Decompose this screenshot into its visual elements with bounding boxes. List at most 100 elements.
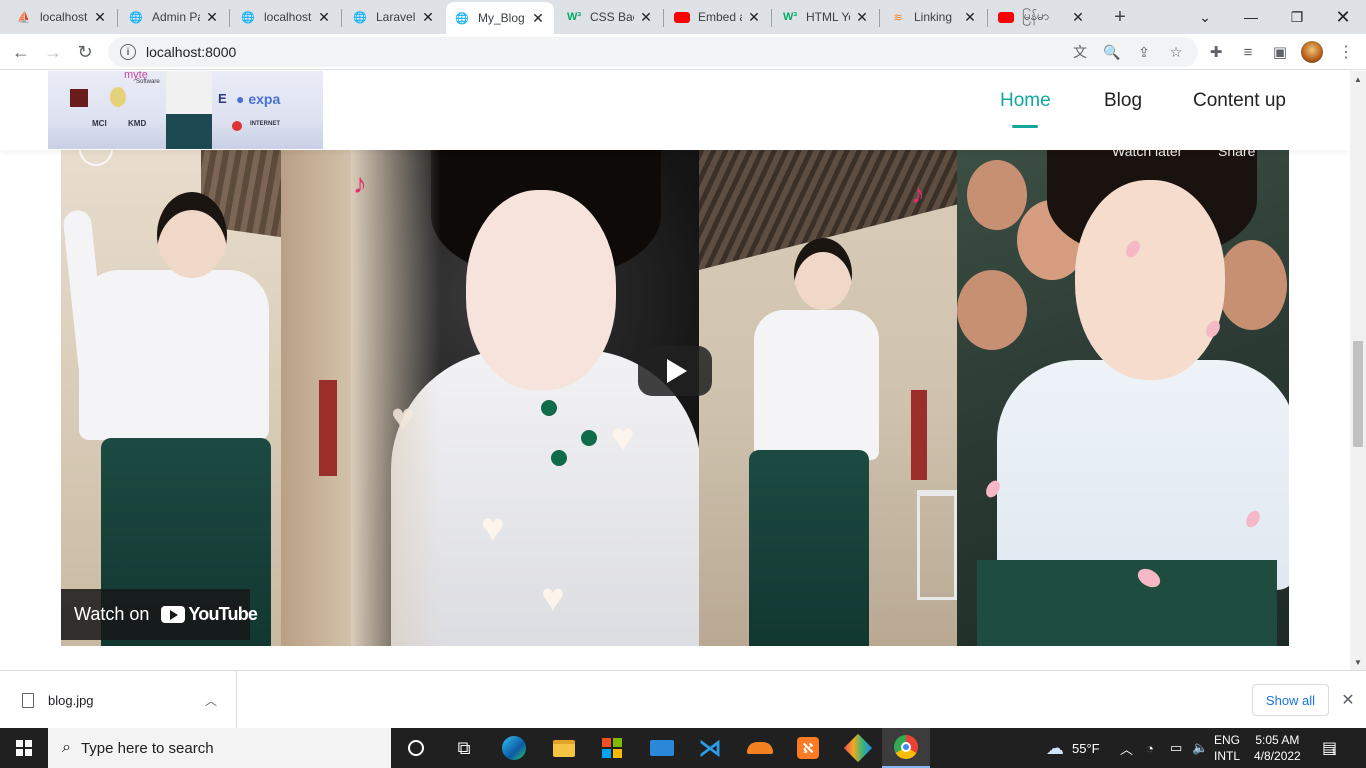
youtube-play-icon	[161, 606, 186, 623]
language-indicator[interactable]: ENG INTL	[1214, 728, 1248, 768]
zoom-icon[interactable]: 🔍	[1102, 42, 1122, 62]
tab-youtube-myanmar[interactable]: မြန်မာ ✕	[990, 0, 1094, 34]
share-button[interactable]: Share	[1218, 150, 1255, 159]
scroll-down-arrow-icon[interactable]: ▼	[1353, 657, 1363, 667]
tab-search-chevron-icon[interactable]: ⌄	[1182, 0, 1228, 34]
sponsor-e-logo: E	[218, 91, 227, 106]
video-thumbnail-panel-2: ♥ ♥ ♥ ♥	[351, 150, 701, 646]
bookmark-star-icon[interactable]: ☆	[1166, 42, 1186, 62]
extensions-puzzle-icon[interactable]: ✚	[1206, 42, 1226, 62]
tab-html-youtube[interactable]: W³ HTML YouTube ✕	[774, 0, 878, 34]
weather-widget[interactable]: ☁ 55°F	[1046, 728, 1100, 768]
wifi-icon[interactable]: ◔	[1146, 728, 1154, 768]
close-tab-icon[interactable]: ✕	[316, 9, 332, 25]
start-button[interactable]	[0, 728, 48, 768]
chevron-up-icon[interactable]: ︿	[200, 689, 222, 711]
close-tab-icon[interactable]: ✕	[204, 9, 220, 25]
git-kraken-icon[interactable]	[834, 728, 882, 768]
battery-icon[interactable]: ▭	[1170, 728, 1182, 768]
tab-title: My_Blog	[478, 11, 525, 25]
notifications-icon[interactable]: ▤ 1	[1322, 728, 1337, 768]
tab-separator	[987, 9, 988, 27]
share-icon[interactable]: ⇪	[1134, 42, 1154, 62]
nav-home[interactable]: Home	[1000, 90, 1051, 112]
watch-on-youtube-button[interactable]: Watch on YouTube	[61, 589, 258, 640]
menu-kebab-icon[interactable]: ⋮	[1336, 42, 1356, 62]
tab-localhost[interactable]: 🌐 localhost ✕	[232, 0, 340, 34]
tab-embed-youtube[interactable]: Embed a YouTube ✕	[666, 0, 770, 34]
site-info-icon[interactable]: i	[120, 44, 136, 60]
tab-my-blog[interactable]: 🌐 My_Blog ✕	[446, 2, 554, 34]
show-hidden-icons-chevron-icon[interactable]: ︿	[1120, 728, 1133, 768]
door	[319, 380, 337, 476]
chrome-icon[interactable]	[882, 728, 930, 768]
tab-laravel[interactable]: 🌐 Laravel ✕	[344, 0, 444, 34]
side-panel-icon[interactable]: ▣	[1270, 42, 1290, 62]
face	[466, 190, 616, 390]
vscode-icon[interactable]: ⋊	[686, 728, 734, 768]
tab-localhost-phpmyadmin[interactable]: ⛵ localhost ✕	[8, 0, 116, 34]
taskbar-search[interactable]: ⌕ Type here to search	[48, 728, 391, 768]
cloudflare-icon[interactable]	[736, 728, 784, 768]
xampp-icon[interactable]: ℵ	[784, 728, 832, 768]
notification-count: 1	[1331, 747, 1337, 757]
back-arrow-icon[interactable]: ←	[7, 38, 35, 66]
youtube-embed[interactable]: ♥ ♥ ♥ ♥ ♪	[61, 150, 1289, 646]
url-text[interactable]: localhost:8000	[146, 44, 236, 60]
tab-admin-panel[interactable]: 🌐 Admin Panel ✕	[120, 0, 228, 34]
play-button[interactable]	[638, 346, 712, 396]
cortana-icon[interactable]	[392, 728, 440, 768]
media-control-icon[interactable]: ≡	[1238, 42, 1258, 62]
logo-kmd-text: KMD	[128, 119, 147, 128]
close-tab-icon[interactable]: ✕	[854, 9, 870, 25]
show-all-button[interactable]: Show all	[1252, 684, 1329, 716]
close-tab-icon[interactable]: ✕	[638, 9, 654, 25]
scroll-up-arrow-icon[interactable]: ▲	[1353, 74, 1363, 84]
download-filename[interactable]: blog.jpg	[48, 693, 200, 708]
close-tab-icon[interactable]: ✕	[530, 10, 546, 26]
language-indicator-text: ENG INTL	[1214, 732, 1240, 764]
watch-later-button[interactable]: Watch later	[1112, 150, 1182, 159]
microsoft-store-icon[interactable]	[588, 728, 636, 768]
scroll-thumb[interactable]	[1353, 341, 1363, 447]
nav-content-up[interactable]: Content up	[1193, 90, 1286, 112]
close-shelf-icon[interactable]: ✕	[1338, 690, 1358, 710]
minimize-icon[interactable]: —	[1228, 0, 1274, 34]
close-tab-icon[interactable]: ✕	[92, 9, 108, 25]
download-item[interactable]: blog.jpg ︿	[0, 671, 237, 729]
task-view-icon[interactable]: ⧉	[440, 728, 488, 768]
tab-separator	[663, 9, 664, 27]
header-logo-image[interactable]: myte Software E ● expa MCI KMD INTERNET	[48, 71, 323, 149]
heart-icon: ♥	[611, 416, 635, 460]
volume-icon[interactable]: 🔈	[1192, 728, 1208, 768]
close-window-icon[interactable]: ✕	[1320, 0, 1366, 34]
file-explorer-icon[interactable]	[540, 728, 588, 768]
translate-icon[interactable]: 文	[1070, 42, 1090, 62]
forward-arrow-icon[interactable]: →	[39, 38, 67, 66]
logo-expa-label: expa	[248, 91, 281, 107]
restore-icon[interactable]: ❐	[1274, 0, 1320, 34]
edge-browser-icon[interactable]	[490, 728, 538, 768]
tab-strip: ⛵ localhost ✕ 🌐 Admin Panel ✕ 🌐 localhos…	[0, 0, 1366, 34]
tab-linking[interactable]: ≋ Linking ✕	[882, 0, 986, 34]
tab-title: မြန်မာ	[1022, 9, 1049, 23]
page-scrollbar[interactable]: ▲ ▼	[1350, 71, 1366, 670]
close-tab-icon[interactable]: ✕	[1070, 9, 1086, 25]
close-tab-icon[interactable]: ✕	[746, 9, 762, 25]
mail-icon[interactable]	[638, 728, 686, 768]
clock[interactable]: 5:05 AM 4/8/2022	[1254, 728, 1310, 768]
globe-icon: 🌐	[353, 11, 367, 24]
address-bar[interactable]: i localhost:8000	[108, 37, 1198, 67]
nav-blog[interactable]: Blog	[1104, 90, 1142, 112]
search-placeholder: Type here to search	[80, 739, 214, 757]
new-tab-icon[interactable]: +	[1108, 5, 1132, 29]
tab-css-background[interactable]: W³ CSS Background ✕	[558, 0, 662, 34]
close-tab-icon[interactable]: ✕	[420, 9, 436, 25]
head	[157, 192, 227, 278]
tiktok-watermark-icon: ♪	[353, 168, 367, 199]
close-tab-icon[interactable]: ✕	[962, 9, 978, 25]
reload-icon[interactable]: ↻	[71, 38, 99, 66]
tab-separator	[117, 9, 118, 27]
watch-on-label: Watch on	[74, 604, 150, 624]
profile-avatar[interactable]	[1301, 41, 1323, 63]
